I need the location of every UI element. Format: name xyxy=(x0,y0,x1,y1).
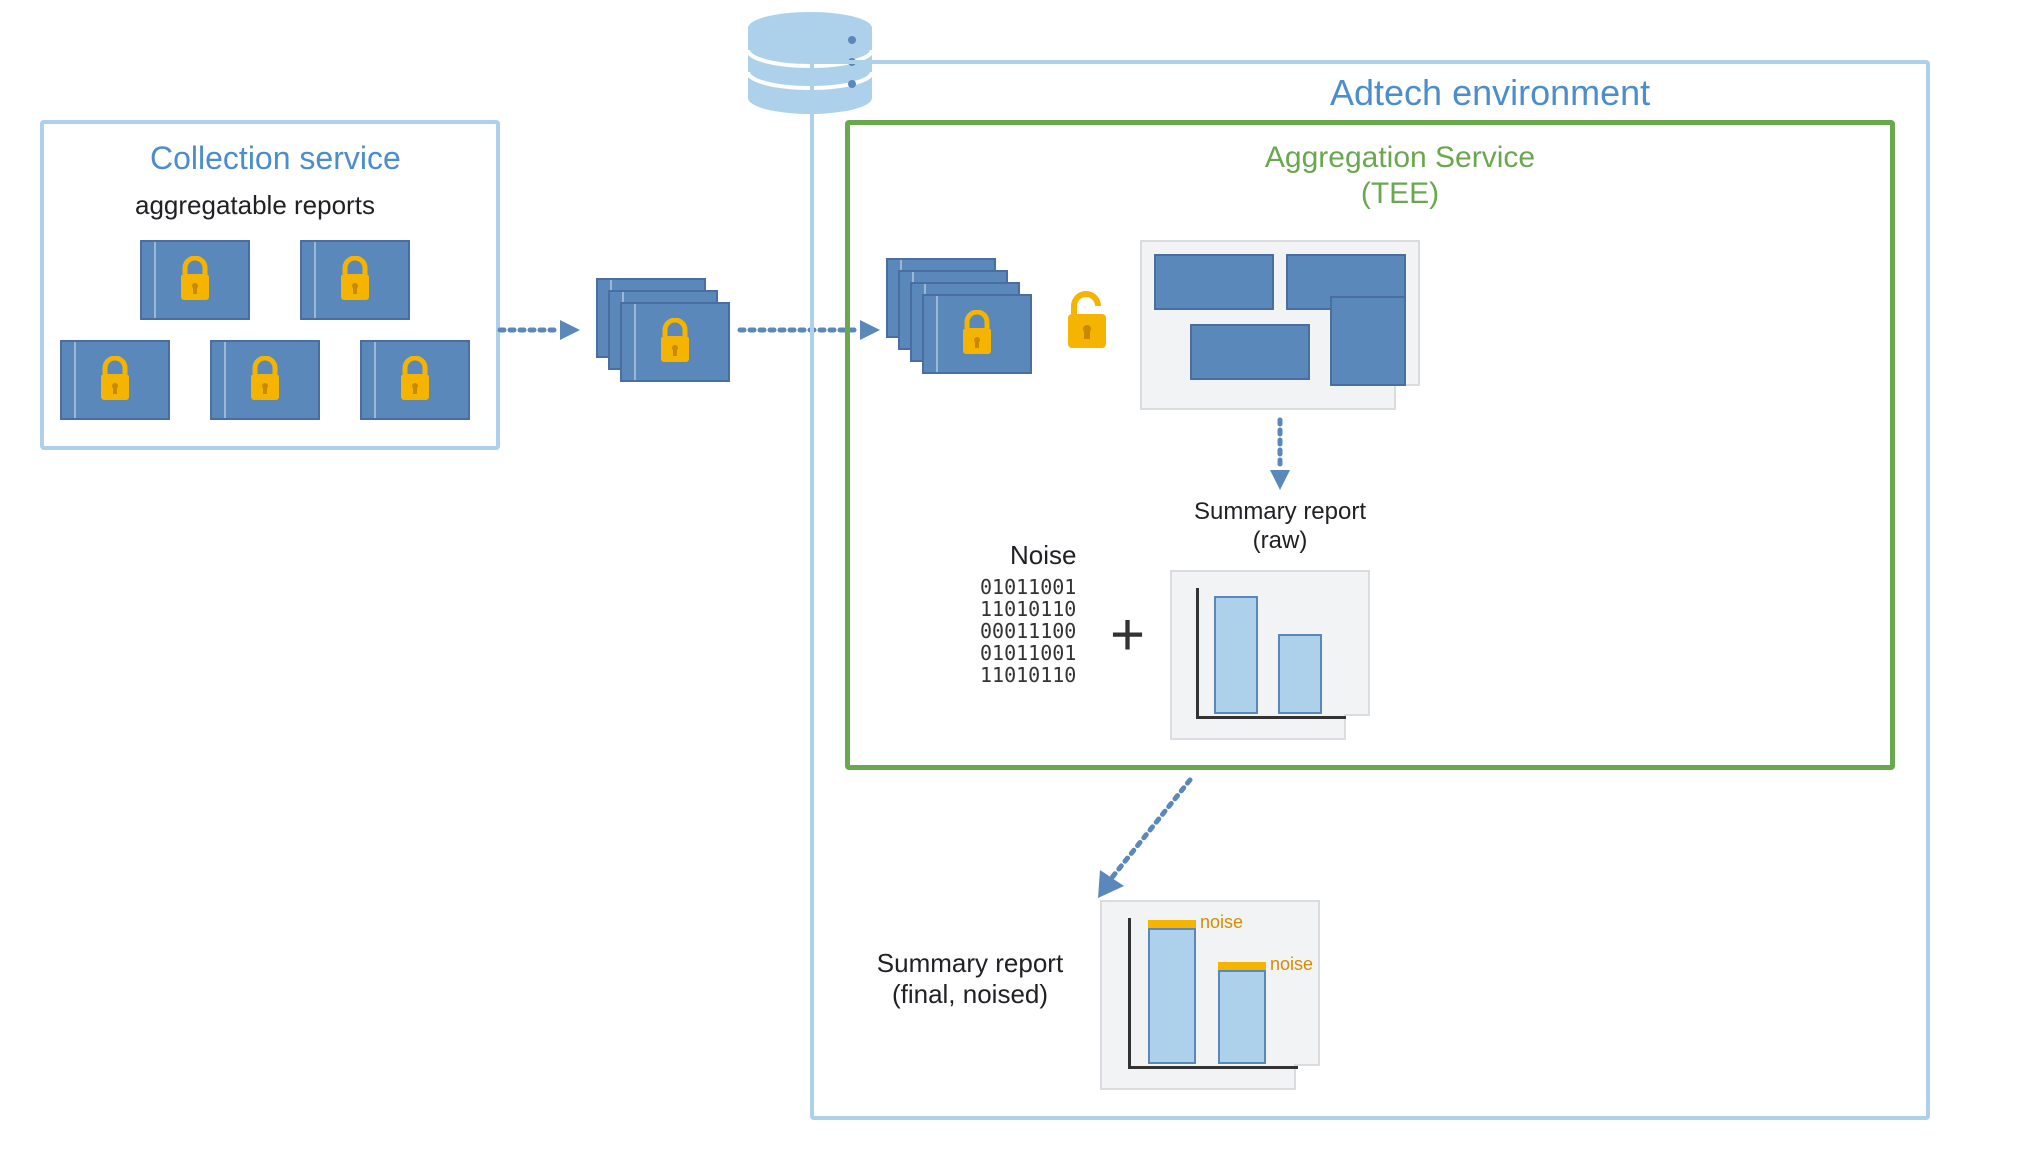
lock-closed-icon xyxy=(395,356,435,404)
data-chunk xyxy=(1154,254,1274,310)
noise-cap xyxy=(1148,920,1196,928)
adtech-environment-title: Adtech environment xyxy=(1330,72,1650,114)
chart-axis xyxy=(1128,918,1131,1068)
lock-closed-icon xyxy=(655,318,695,366)
summary-raw-report xyxy=(1170,570,1370,740)
lock-open-icon xyxy=(1060,290,1114,354)
noise-tag: noise xyxy=(1200,912,1243,933)
aggregation-service-title: Aggregation Service (TEE) xyxy=(1260,140,1540,212)
summary-final-label: Summary report (final, noised) xyxy=(860,948,1080,1010)
collection-service-title: Collection service xyxy=(150,140,401,177)
noise-bits: 01011001 11010110 00011100 01011001 1101… xyxy=(980,576,1076,686)
chart-axis xyxy=(1128,1066,1298,1069)
noise-tag: noise xyxy=(1270,954,1313,975)
lock-closed-icon xyxy=(175,256,215,304)
arrow-diagonal-icon xyxy=(1080,770,1220,910)
summary-raw-label: Summary report (raw) xyxy=(1180,498,1380,556)
noise-label: Noise xyxy=(1010,540,1076,571)
chart-bar xyxy=(1148,928,1196,1064)
chart-bar xyxy=(1218,970,1266,1064)
arrow-down-icon xyxy=(1260,420,1300,490)
lock-closed-icon xyxy=(245,356,285,404)
chart-bar xyxy=(1214,596,1258,714)
chart-axis xyxy=(1196,588,1199,718)
data-chunk xyxy=(1330,296,1406,386)
chart-axis xyxy=(1196,716,1346,719)
plus-icon: + xyxy=(1110,600,1145,669)
noise-cap xyxy=(1218,962,1266,970)
data-chunk xyxy=(1190,324,1310,380)
aggregatable-reports-label: aggregatable reports xyxy=(135,190,375,221)
chart-bar xyxy=(1278,634,1322,714)
arrow-icon xyxy=(500,310,580,350)
lock-closed-icon xyxy=(335,256,375,304)
lock-closed-icon xyxy=(957,310,997,358)
lock-closed-icon xyxy=(95,356,135,404)
